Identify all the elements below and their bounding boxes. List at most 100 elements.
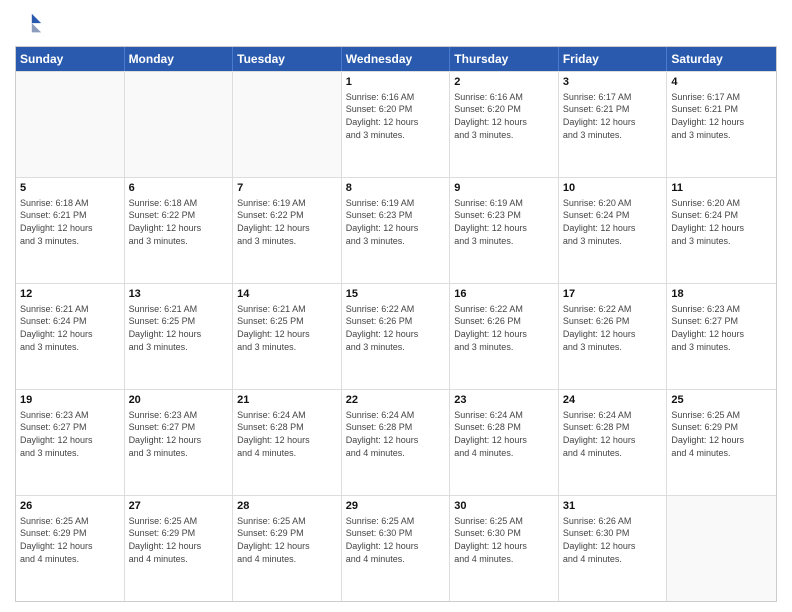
day-number: 7 bbox=[237, 181, 337, 196]
day-info: Sunrise: 6:21 AMSunset: 6:25 PMDaylight:… bbox=[237, 303, 337, 353]
header-day-monday: Monday bbox=[125, 47, 234, 71]
header bbox=[15, 10, 777, 38]
empty-cell bbox=[667, 496, 776, 601]
logo-icon bbox=[15, 10, 43, 38]
header-day-saturday: Saturday bbox=[667, 47, 776, 71]
day-info: Sunrise: 6:20 AMSunset: 6:24 PMDaylight:… bbox=[671, 197, 772, 247]
day-info: Sunrise: 6:24 AMSunset: 6:28 PMDaylight:… bbox=[346, 409, 446, 459]
day-info: Sunrise: 6:18 AMSunset: 6:22 PMDaylight:… bbox=[129, 197, 229, 247]
calendar-row-2: 5Sunrise: 6:18 AMSunset: 6:21 PMDaylight… bbox=[16, 177, 776, 283]
day-number: 17 bbox=[563, 287, 663, 302]
day-cell-25: 25Sunrise: 6:25 AMSunset: 6:29 PMDayligh… bbox=[667, 390, 776, 495]
day-number: 5 bbox=[20, 181, 120, 196]
day-number: 14 bbox=[237, 287, 337, 302]
day-number: 28 bbox=[237, 499, 337, 514]
day-number: 22 bbox=[346, 393, 446, 408]
day-cell-14: 14Sunrise: 6:21 AMSunset: 6:25 PMDayligh… bbox=[233, 284, 342, 389]
day-number: 9 bbox=[454, 181, 554, 196]
day-cell-24: 24Sunrise: 6:24 AMSunset: 6:28 PMDayligh… bbox=[559, 390, 668, 495]
day-info: Sunrise: 6:21 AMSunset: 6:25 PMDaylight:… bbox=[129, 303, 229, 353]
day-number: 20 bbox=[129, 393, 229, 408]
day-cell-16: 16Sunrise: 6:22 AMSunset: 6:26 PMDayligh… bbox=[450, 284, 559, 389]
header-day-tuesday: Tuesday bbox=[233, 47, 342, 71]
day-cell-19: 19Sunrise: 6:23 AMSunset: 6:27 PMDayligh… bbox=[16, 390, 125, 495]
day-info: Sunrise: 6:23 AMSunset: 6:27 PMDaylight:… bbox=[20, 409, 120, 459]
day-number: 18 bbox=[671, 287, 772, 302]
day-cell-27: 27Sunrise: 6:25 AMSunset: 6:29 PMDayligh… bbox=[125, 496, 234, 601]
day-info: Sunrise: 6:25 AMSunset: 6:29 PMDaylight:… bbox=[671, 409, 772, 459]
day-info: Sunrise: 6:24 AMSunset: 6:28 PMDaylight:… bbox=[454, 409, 554, 459]
day-cell-9: 9Sunrise: 6:19 AMSunset: 6:23 PMDaylight… bbox=[450, 178, 559, 283]
day-cell-3: 3Sunrise: 6:17 AMSunset: 6:21 PMDaylight… bbox=[559, 72, 668, 177]
day-cell-2: 2Sunrise: 6:16 AMSunset: 6:20 PMDaylight… bbox=[450, 72, 559, 177]
calendar-row-4: 19Sunrise: 6:23 AMSunset: 6:27 PMDayligh… bbox=[16, 389, 776, 495]
day-number: 26 bbox=[20, 499, 120, 514]
day-info: Sunrise: 6:19 AMSunset: 6:23 PMDaylight:… bbox=[346, 197, 446, 247]
day-cell-12: 12Sunrise: 6:21 AMSunset: 6:24 PMDayligh… bbox=[16, 284, 125, 389]
day-number: 13 bbox=[129, 287, 229, 302]
day-info: Sunrise: 6:23 AMSunset: 6:27 PMDaylight:… bbox=[671, 303, 772, 353]
day-info: Sunrise: 6:22 AMSunset: 6:26 PMDaylight:… bbox=[346, 303, 446, 353]
calendar-row-3: 12Sunrise: 6:21 AMSunset: 6:24 PMDayligh… bbox=[16, 283, 776, 389]
day-number: 10 bbox=[563, 181, 663, 196]
calendar: SundayMondayTuesdayWednesdayThursdayFrid… bbox=[15, 46, 777, 602]
day-info: Sunrise: 6:19 AMSunset: 6:23 PMDaylight:… bbox=[454, 197, 554, 247]
page: SundayMondayTuesdayWednesdayThursdayFrid… bbox=[0, 0, 792, 612]
day-cell-1: 1Sunrise: 6:16 AMSunset: 6:20 PMDaylight… bbox=[342, 72, 451, 177]
day-cell-15: 15Sunrise: 6:22 AMSunset: 6:26 PMDayligh… bbox=[342, 284, 451, 389]
day-info: Sunrise: 6:16 AMSunset: 6:20 PMDaylight:… bbox=[454, 91, 554, 141]
day-number: 29 bbox=[346, 499, 446, 514]
day-info: Sunrise: 6:25 AMSunset: 6:29 PMDaylight:… bbox=[237, 515, 337, 565]
empty-cell bbox=[16, 72, 125, 177]
day-info: Sunrise: 6:22 AMSunset: 6:26 PMDaylight:… bbox=[454, 303, 554, 353]
header-day-wednesday: Wednesday bbox=[342, 47, 451, 71]
day-info: Sunrise: 6:22 AMSunset: 6:26 PMDaylight:… bbox=[563, 303, 663, 353]
day-cell-6: 6Sunrise: 6:18 AMSunset: 6:22 PMDaylight… bbox=[125, 178, 234, 283]
day-info: Sunrise: 6:25 AMSunset: 6:30 PMDaylight:… bbox=[346, 515, 446, 565]
day-number: 1 bbox=[346, 75, 446, 90]
day-info: Sunrise: 6:24 AMSunset: 6:28 PMDaylight:… bbox=[563, 409, 663, 459]
day-cell-21: 21Sunrise: 6:24 AMSunset: 6:28 PMDayligh… bbox=[233, 390, 342, 495]
day-cell-20: 20Sunrise: 6:23 AMSunset: 6:27 PMDayligh… bbox=[125, 390, 234, 495]
day-cell-30: 30Sunrise: 6:25 AMSunset: 6:30 PMDayligh… bbox=[450, 496, 559, 601]
day-cell-23: 23Sunrise: 6:24 AMSunset: 6:28 PMDayligh… bbox=[450, 390, 559, 495]
day-number: 3 bbox=[563, 75, 663, 90]
day-cell-4: 4Sunrise: 6:17 AMSunset: 6:21 PMDaylight… bbox=[667, 72, 776, 177]
empty-cell bbox=[233, 72, 342, 177]
day-info: Sunrise: 6:17 AMSunset: 6:21 PMDaylight:… bbox=[671, 91, 772, 141]
day-info: Sunrise: 6:21 AMSunset: 6:24 PMDaylight:… bbox=[20, 303, 120, 353]
day-info: Sunrise: 6:25 AMSunset: 6:29 PMDaylight:… bbox=[129, 515, 229, 565]
header-day-sunday: Sunday bbox=[16, 47, 125, 71]
day-cell-11: 11Sunrise: 6:20 AMSunset: 6:24 PMDayligh… bbox=[667, 178, 776, 283]
day-number: 31 bbox=[563, 499, 663, 514]
calendar-row-1: 1Sunrise: 6:16 AMSunset: 6:20 PMDaylight… bbox=[16, 71, 776, 177]
day-info: Sunrise: 6:23 AMSunset: 6:27 PMDaylight:… bbox=[129, 409, 229, 459]
day-info: Sunrise: 6:20 AMSunset: 6:24 PMDaylight:… bbox=[563, 197, 663, 247]
logo bbox=[15, 10, 47, 38]
day-number: 6 bbox=[129, 181, 229, 196]
header-day-thursday: Thursday bbox=[450, 47, 559, 71]
day-number: 2 bbox=[454, 75, 554, 90]
day-info: Sunrise: 6:24 AMSunset: 6:28 PMDaylight:… bbox=[237, 409, 337, 459]
day-number: 23 bbox=[454, 393, 554, 408]
day-number: 27 bbox=[129, 499, 229, 514]
day-number: 25 bbox=[671, 393, 772, 408]
day-info: Sunrise: 6:19 AMSunset: 6:22 PMDaylight:… bbox=[237, 197, 337, 247]
calendar-row-5: 26Sunrise: 6:25 AMSunset: 6:29 PMDayligh… bbox=[16, 495, 776, 601]
day-info: Sunrise: 6:17 AMSunset: 6:21 PMDaylight:… bbox=[563, 91, 663, 141]
day-cell-29: 29Sunrise: 6:25 AMSunset: 6:30 PMDayligh… bbox=[342, 496, 451, 601]
day-info: Sunrise: 6:26 AMSunset: 6:30 PMDaylight:… bbox=[563, 515, 663, 565]
day-info: Sunrise: 6:16 AMSunset: 6:20 PMDaylight:… bbox=[346, 91, 446, 141]
day-cell-22: 22Sunrise: 6:24 AMSunset: 6:28 PMDayligh… bbox=[342, 390, 451, 495]
header-day-friday: Friday bbox=[559, 47, 668, 71]
day-cell-17: 17Sunrise: 6:22 AMSunset: 6:26 PMDayligh… bbox=[559, 284, 668, 389]
day-number: 11 bbox=[671, 181, 772, 196]
day-cell-13: 13Sunrise: 6:21 AMSunset: 6:25 PMDayligh… bbox=[125, 284, 234, 389]
day-number: 30 bbox=[454, 499, 554, 514]
day-number: 21 bbox=[237, 393, 337, 408]
day-cell-5: 5Sunrise: 6:18 AMSunset: 6:21 PMDaylight… bbox=[16, 178, 125, 283]
day-number: 12 bbox=[20, 287, 120, 302]
day-cell-8: 8Sunrise: 6:19 AMSunset: 6:23 PMDaylight… bbox=[342, 178, 451, 283]
day-cell-18: 18Sunrise: 6:23 AMSunset: 6:27 PMDayligh… bbox=[667, 284, 776, 389]
day-info: Sunrise: 6:25 AMSunset: 6:29 PMDaylight:… bbox=[20, 515, 120, 565]
